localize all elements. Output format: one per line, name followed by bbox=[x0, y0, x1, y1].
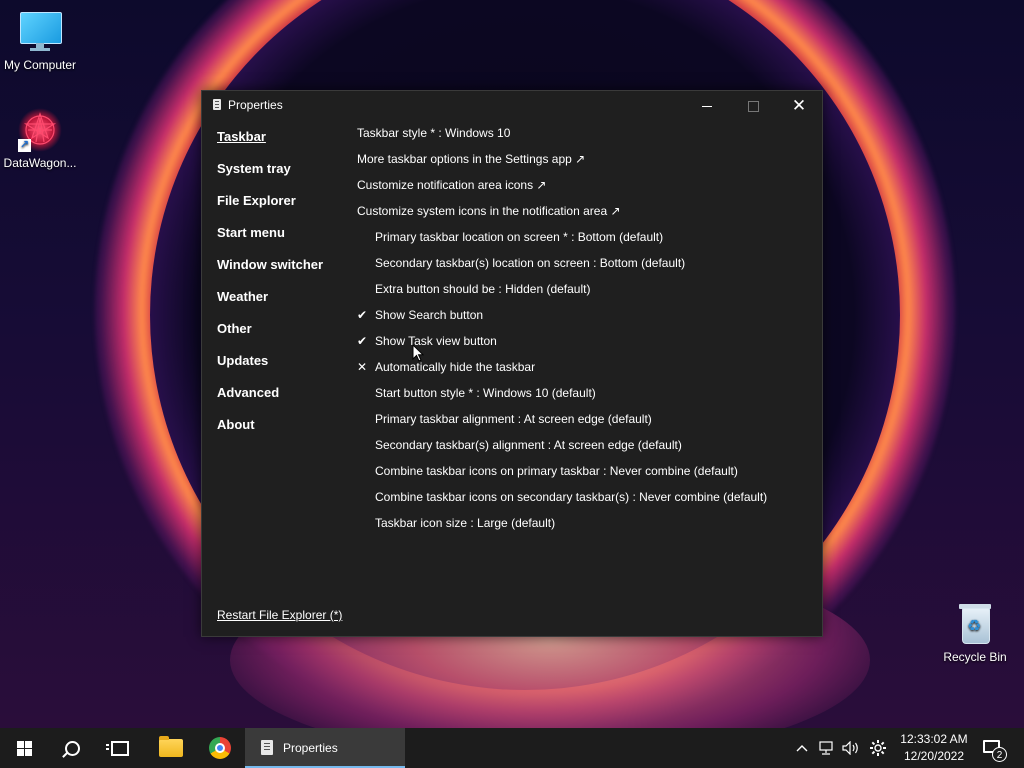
setting-taskbar-icon-size[interactable]: Taskbar icon size : Large (default) bbox=[375, 516, 555, 530]
file-explorer-icon bbox=[159, 736, 183, 757]
setting-combine-primary[interactable]: Combine taskbar icons on primary taskbar… bbox=[375, 464, 738, 478]
clock[interactable]: 12:33:02 AM 12/20/2022 bbox=[896, 731, 972, 765]
checkmark-icon: ✔ bbox=[357, 308, 368, 322]
setting-combine-secondary[interactable]: Combine taskbar icons on secondary taskb… bbox=[375, 490, 767, 504]
settings-tray-button[interactable] bbox=[866, 728, 890, 768]
setting-start-button-style[interactable]: Start button style * : Windows 10 (defau… bbox=[375, 386, 596, 400]
setting-primary-taskbar-alignment[interactable]: Primary taskbar alignment : At screen ed… bbox=[375, 412, 652, 426]
close-icon: ✕ bbox=[791, 95, 807, 116]
flower-app-icon: ↗ bbox=[18, 108, 62, 152]
nav-item-start-menu[interactable]: Start menu bbox=[217, 225, 285, 240]
minimize-icon bbox=[702, 105, 712, 107]
chevron-up-icon bbox=[796, 745, 808, 752]
setting-secondary-taskbar-location[interactable]: Secondary taskbar(s) location on screen … bbox=[375, 256, 685, 270]
volume-icon bbox=[842, 741, 858, 755]
chrome-icon bbox=[209, 737, 231, 759]
volume-tray-button[interactable] bbox=[840, 728, 862, 768]
desktop-icon-recycle-bin[interactable]: ♻ Recycle Bin bbox=[935, 602, 1015, 664]
setting-show-task-view-button[interactable]: Show Task view button bbox=[375, 334, 497, 348]
nav-item-window-switcher[interactable]: Window switcher bbox=[217, 257, 323, 272]
network-icon bbox=[819, 741, 833, 755]
nav-item-about[interactable]: About bbox=[217, 417, 255, 432]
checkmark-icon: ✔ bbox=[357, 334, 368, 348]
search-button[interactable] bbox=[48, 728, 96, 768]
window-title: Properties bbox=[228, 98, 283, 112]
monitor-icon bbox=[18, 10, 62, 54]
setting-auto-hide-taskbar[interactable]: Automatically hide the taskbar bbox=[375, 360, 535, 374]
nav-item-updates[interactable]: Updates bbox=[217, 353, 268, 368]
recycle-bin-icon: ♻ bbox=[953, 602, 997, 646]
nav-item-taskbar[interactable]: Taskbar bbox=[217, 129, 266, 144]
taskbar-item-properties[interactable]: Properties bbox=[245, 728, 405, 768]
desktop-icon-label: My Computer bbox=[3, 58, 77, 72]
window-titlebar[interactable]: Properties ✕ bbox=[202, 91, 822, 121]
task-view-button[interactable] bbox=[96, 728, 144, 768]
clock-date: 12/20/2022 bbox=[903, 749, 965, 763]
nav-item-other[interactable]: Other bbox=[217, 321, 252, 336]
taskbar: Properties 12:33:02 AM 12/20/2022 2 bbox=[0, 728, 1024, 768]
maximize-button[interactable] bbox=[730, 91, 776, 121]
properties-app-icon bbox=[261, 740, 273, 755]
setting-primary-taskbar-location[interactable]: Primary taskbar location on screen * : B… bbox=[375, 230, 663, 244]
setting-taskbar-style[interactable]: Taskbar style * : Windows 10 bbox=[357, 126, 510, 140]
maximize-icon bbox=[747, 100, 759, 112]
notification-count-badge: 2 bbox=[992, 747, 1007, 762]
chrome-button[interactable] bbox=[196, 728, 244, 768]
properties-app-icon bbox=[213, 99, 221, 110]
mouse-cursor-icon bbox=[412, 344, 424, 362]
cross-icon: ✕ bbox=[357, 360, 368, 374]
desktop-icon-label: DataWagon... bbox=[3, 156, 77, 170]
network-tray-button[interactable] bbox=[816, 728, 838, 768]
start-icon bbox=[16, 740, 32, 756]
shortcut-arrow-icon: ↗ bbox=[18, 139, 31, 152]
nav-item-file-explorer[interactable]: File Explorer bbox=[217, 193, 296, 208]
setting-secondary-taskbar-alignment[interactable]: Secondary taskbar(s) alignment : At scre… bbox=[375, 438, 682, 452]
nav-item-system-tray[interactable]: System tray bbox=[217, 161, 291, 176]
setting-more-taskbar-options-link[interactable]: More taskbar options in the Settings app… bbox=[357, 152, 585, 166]
search-icon bbox=[64, 740, 80, 756]
nav-item-advanced[interactable]: Advanced bbox=[217, 385, 279, 400]
setting-show-search-button[interactable]: Show Search button bbox=[375, 308, 483, 322]
desktop-icon-label: Recycle Bin bbox=[943, 650, 1007, 664]
nav-item-weather[interactable]: Weather bbox=[217, 289, 268, 304]
taskbar-item-label: Properties bbox=[283, 741, 338, 755]
show-hidden-icons-button[interactable] bbox=[792, 728, 812, 768]
start-button[interactable] bbox=[0, 728, 48, 768]
properties-window: Properties ✕ Taskbar System tray File Ex… bbox=[201, 90, 823, 637]
setting-notification-icons-link[interactable]: Customize notification area icons ↗ bbox=[357, 178, 546, 192]
clock-time: 12:33:02 AM bbox=[900, 732, 968, 746]
desktop-icon-datawagon[interactable]: ↗ DataWagon... bbox=[0, 108, 80, 170]
minimize-button[interactable] bbox=[684, 91, 730, 121]
file-explorer-button[interactable] bbox=[147, 728, 195, 768]
setting-extra-button[interactable]: Extra button should be : Hidden (default… bbox=[375, 282, 590, 296]
task-view-icon bbox=[106, 740, 129, 756]
desktop-icon-my-computer[interactable]: My Computer bbox=[0, 10, 80, 72]
notification-center-button[interactable]: 2 bbox=[980, 728, 1010, 768]
setting-system-icons-link[interactable]: Customize system icons in the notificati… bbox=[357, 204, 621, 218]
gear-icon bbox=[870, 740, 886, 756]
restart-file-explorer-link[interactable]: Restart File Explorer (*) bbox=[217, 608, 342, 622]
close-button[interactable]: ✕ bbox=[776, 91, 822, 121]
